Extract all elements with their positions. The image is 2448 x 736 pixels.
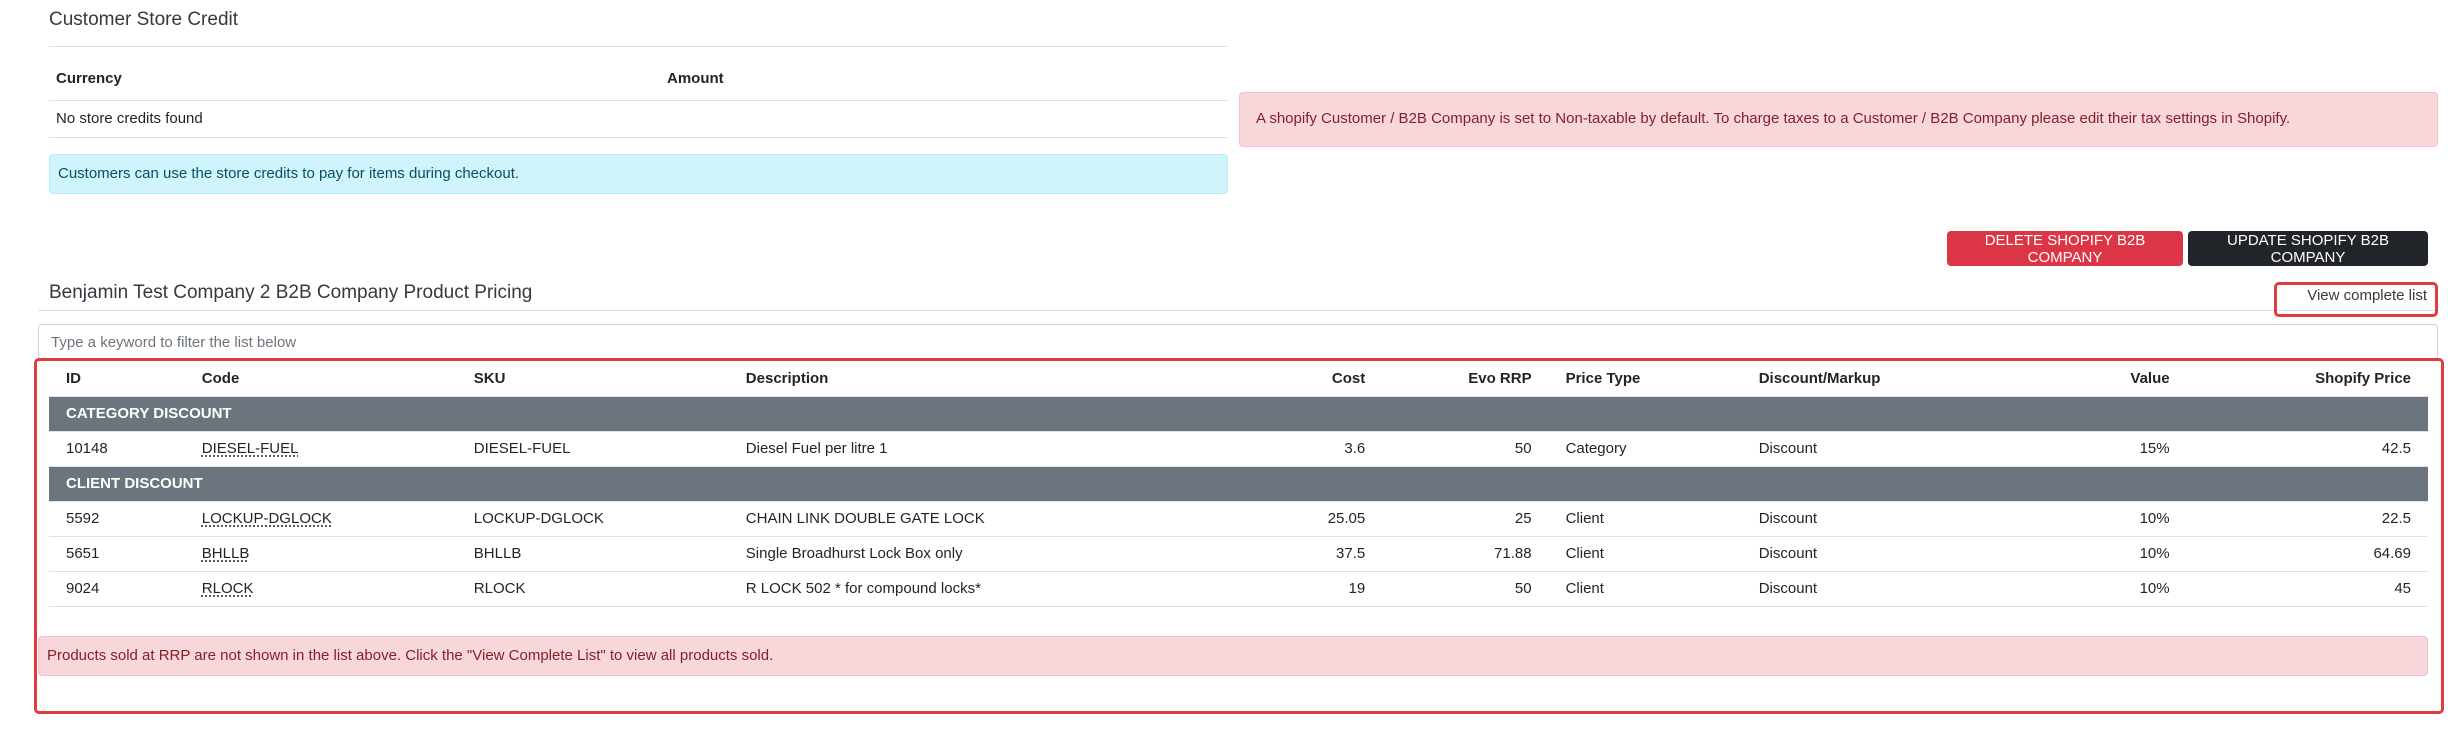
cell-id: 10148 xyxy=(49,431,185,467)
cell-cost: 3.6 xyxy=(1143,431,1383,467)
cell-evo-rrp: 50 xyxy=(1382,431,1549,467)
cell-price-type: Client xyxy=(1548,536,1742,572)
col-header-shopify-price: Shopify Price xyxy=(2186,362,2428,397)
col-header-sku: SKU xyxy=(456,362,729,397)
cell-discount-markup: Discount xyxy=(1741,571,1995,607)
cell-cost: 37.5 xyxy=(1143,536,1383,572)
store-credit-title: Customer Store Credit xyxy=(49,9,239,30)
cell-id: 5651 xyxy=(49,536,185,572)
group-header-row: CLIENT DISCOUNT xyxy=(49,466,2428,502)
tax-settings-alert: A shopify Customer / B2B Company is set … xyxy=(1239,92,2438,147)
cell-price-type: Client xyxy=(1548,571,1742,607)
product-code-link[interactable]: RLOCK xyxy=(202,580,254,597)
col-header-evo-rrp: Evo RRP xyxy=(1382,362,1549,397)
cell-sku: BHLLB xyxy=(456,536,729,572)
view-complete-list-link[interactable]: View complete list xyxy=(2274,282,2438,317)
cell-discount-markup: Discount xyxy=(1741,431,1995,467)
store-credit-divider xyxy=(49,46,1228,47)
cell-description: Diesel Fuel per litre 1 xyxy=(728,431,1144,467)
cell-evo-rrp: 50 xyxy=(1382,571,1549,607)
cell-cost: 25.05 xyxy=(1143,501,1383,537)
col-header-code: Code xyxy=(184,362,457,397)
cell-value: 10% xyxy=(1994,501,2187,537)
cell-discount-markup: Discount xyxy=(1741,536,1995,572)
group-header-label: CLIENT DISCOUNT xyxy=(49,466,2428,502)
table-row: 5651 BHLLB BHLLB Single Broadhurst Lock … xyxy=(49,536,2428,572)
col-header-id: ID xyxy=(49,362,185,397)
cell-description: Single Broadhurst Lock Box only xyxy=(728,536,1144,572)
col-header-price-type: Price Type xyxy=(1548,362,1742,397)
cell-discount-markup: Discount xyxy=(1741,501,1995,537)
cell-value: 15% xyxy=(1994,431,2187,467)
product-code-link[interactable]: LOCKUP-DGLOCK xyxy=(202,510,332,527)
table-row: 10148 DIESEL-FUEL DIESEL-FUEL Diesel Fue… xyxy=(49,431,2428,467)
cell-cost: 19 xyxy=(1143,571,1383,607)
group-header-row: CATEGORY DISCOUNT xyxy=(49,396,2428,432)
cell-shopify-price: 45 xyxy=(2186,571,2428,607)
col-header-discount-markup: Discount/Markup xyxy=(1741,362,1995,397)
update-b2b-company-button[interactable]: UPDATE SHOPIFY B2B COMPANY xyxy=(2188,231,2428,266)
product-pricing-title: Benjamin Test Company 2 B2B Company Prod… xyxy=(49,282,533,303)
store-credit-empty-message: No store credits found xyxy=(56,110,203,127)
store-credit-header-divider xyxy=(49,100,1228,101)
cell-evo-rrp: 71.88 xyxy=(1382,536,1549,572)
product-code-link[interactable]: DIESEL-FUEL xyxy=(202,440,299,457)
delete-b2b-company-button[interactable]: DELETE SHOPIFY B2B COMPANY xyxy=(1947,231,2183,266)
store-credit-col-currency: Currency xyxy=(56,70,122,87)
cell-shopify-price: 64.69 xyxy=(2186,536,2428,572)
col-header-cost: Cost xyxy=(1143,362,1383,397)
store-credit-col-amount: Amount xyxy=(667,70,724,87)
store-credit-info-alert: Customers can use the store credits to p… xyxy=(49,154,1228,194)
product-pricing-divider xyxy=(38,310,2438,311)
filter-keyword-input[interactable] xyxy=(38,324,2438,360)
cell-sku: RLOCK xyxy=(456,571,729,607)
cell-description: R LOCK 502 * for compound locks* xyxy=(728,571,1144,607)
store-credit-row-divider xyxy=(49,137,1228,138)
col-header-value: Value xyxy=(1994,362,2187,397)
cell-id: 5592 xyxy=(49,501,185,537)
cell-sku: DIESEL-FUEL xyxy=(456,431,729,467)
table-row: 5592 LOCKUP-DGLOCK LOCKUP-DGLOCK CHAIN L… xyxy=(49,501,2428,537)
pricing-table-header-row: ID Code SKU Description Cost Evo RRP Pri… xyxy=(49,362,2428,397)
cell-value: 10% xyxy=(1994,571,2187,607)
cell-shopify-price: 42.5 xyxy=(2186,431,2428,467)
cell-description: CHAIN LINK DOUBLE GATE LOCK xyxy=(728,501,1144,537)
table-row: 9024 RLOCK RLOCK R LOCK 502 * for compou… xyxy=(49,571,2428,607)
cell-sku: LOCKUP-DGLOCK xyxy=(456,501,729,537)
cell-shopify-price: 22.5 xyxy=(2186,501,2428,537)
product-code-link[interactable]: BHLLB xyxy=(202,545,250,562)
cell-value: 10% xyxy=(1994,536,2187,572)
cell-evo-rrp: 25 xyxy=(1382,501,1549,537)
pricing-table: ID Code SKU Description Cost Evo RRP Pri… xyxy=(49,362,2428,607)
cell-price-type: Category xyxy=(1548,431,1742,467)
col-header-description: Description xyxy=(728,362,1144,397)
cell-id: 9024 xyxy=(49,571,185,607)
rrp-products-notice: Products sold at RRP are not shown in th… xyxy=(38,636,2428,676)
group-header-label: CATEGORY DISCOUNT xyxy=(49,396,2428,432)
cell-price-type: Client xyxy=(1548,501,1742,537)
